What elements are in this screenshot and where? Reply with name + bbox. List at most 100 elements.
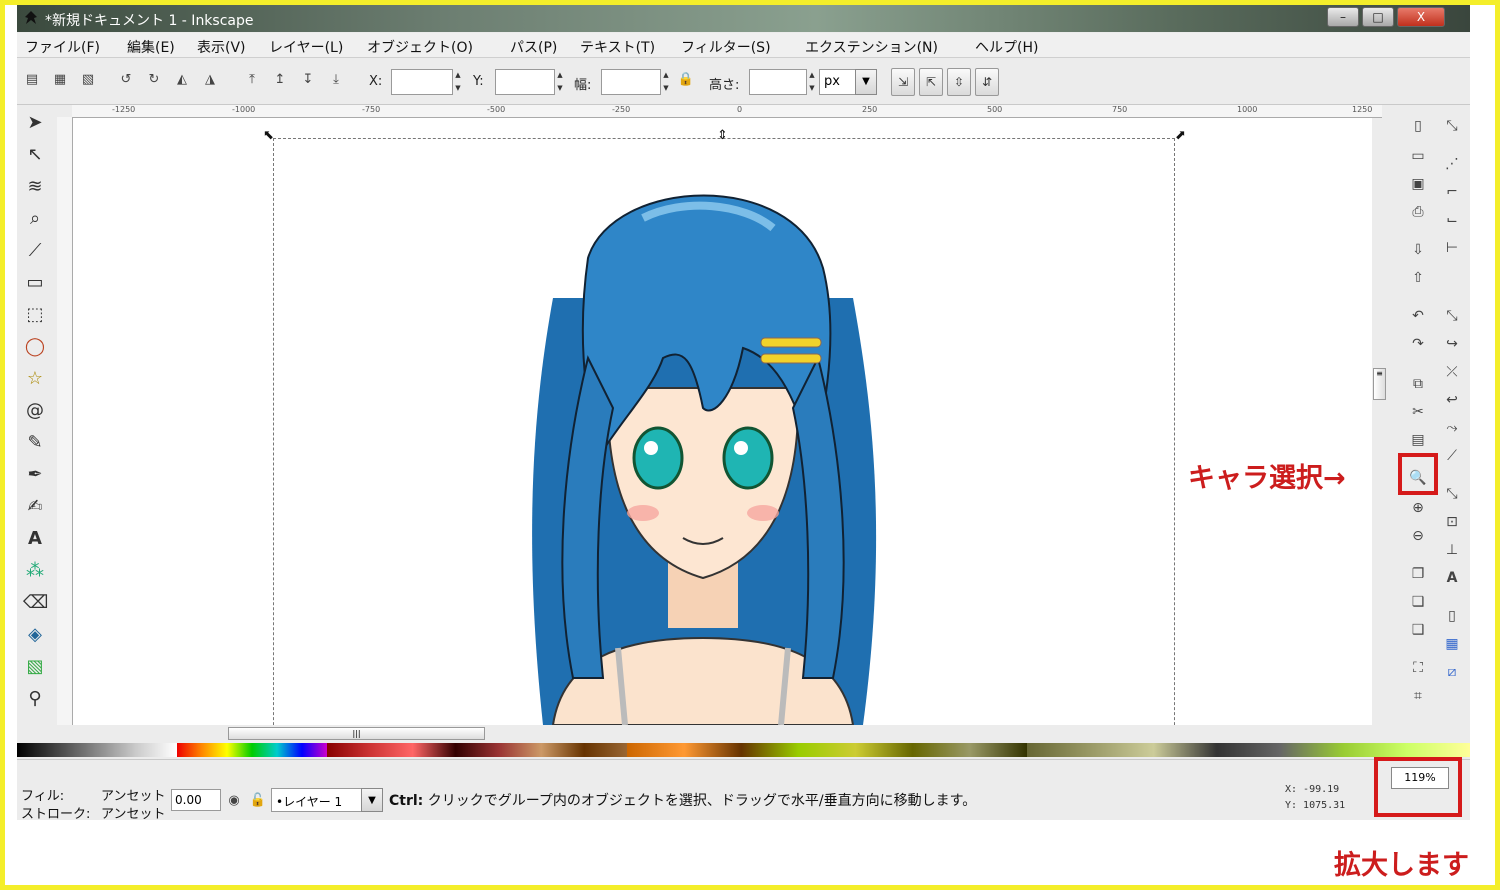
menu-file[interactable]: ファイル(F) bbox=[25, 37, 100, 57]
clone-icon[interactable]: ❏ bbox=[1407, 591, 1429, 613]
snap-cusp-icon[interactable]: ↩ bbox=[1441, 389, 1463, 411]
print-icon[interactable]: ⎙ bbox=[1407, 201, 1429, 223]
resize-handle-icon[interactable]: ⇕ bbox=[717, 128, 728, 143]
scale-stroke-icon[interactable]: ⇲ bbox=[891, 68, 915, 96]
eraser-tool-icon[interactable]: ⌫ bbox=[23, 591, 48, 615]
menu-layer[interactable]: レイヤー(L) bbox=[269, 37, 343, 57]
flip-horizontal-icon[interactable]: ◭ bbox=[173, 71, 191, 89]
raise-to-top-icon[interactable]: ⤒ bbox=[243, 71, 261, 89]
menu-text[interactable]: テキスト(T) bbox=[580, 37, 655, 57]
ungroup-icon[interactable]: ⌗ bbox=[1407, 685, 1429, 707]
paint-bucket-icon[interactable]: ◈ bbox=[23, 623, 47, 647]
duplicate-icon[interactable]: ❐ bbox=[1407, 563, 1429, 585]
snap-grid-icon[interactable]: ▦ bbox=[1441, 633, 1463, 655]
dropper-tool-icon[interactable]: ⚲ bbox=[23, 687, 47, 711]
snap-bbox-midpoint-icon[interactable]: ⊢ bbox=[1441, 237, 1463, 259]
snap-bbox-icon[interactable]: ⋰ bbox=[1441, 153, 1463, 175]
redo-icon[interactable]: ↷ bbox=[1407, 333, 1429, 355]
spray-tool-icon[interactable]: ⁂ bbox=[23, 559, 47, 583]
resize-handle-icon[interactable]: ⬉ bbox=[263, 128, 274, 143]
zoom-page-icon[interactable]: ⊖ bbox=[1407, 525, 1429, 547]
new-document-icon[interactable]: ▯ bbox=[1407, 115, 1429, 137]
snap-page-icon[interactable]: ▯ bbox=[1441, 605, 1463, 627]
palette-swatch[interactable] bbox=[627, 743, 1027, 757]
y-input[interactable] bbox=[495, 69, 555, 95]
ellipse-tool-icon[interactable]: ◯ bbox=[23, 335, 47, 359]
export-icon[interactable]: ⇧ bbox=[1407, 267, 1429, 289]
snap-text-baseline-icon[interactable]: ⊥ bbox=[1441, 539, 1463, 561]
select-all-layers-icon[interactable]: ▦ bbox=[51, 71, 69, 89]
lock-icon[interactable]: 🔒 bbox=[677, 71, 695, 89]
height-input[interactable] bbox=[749, 69, 807, 95]
3d-box-tool-icon[interactable]: ⬚ bbox=[23, 303, 47, 327]
measure-tool-icon[interactable]: ⟋ bbox=[23, 239, 47, 263]
pen-tool-icon[interactable]: ✒ bbox=[23, 463, 47, 487]
group-icon[interactable]: ⛶ bbox=[1407, 657, 1429, 679]
rotate-cw-icon[interactable]: ↻ bbox=[145, 71, 163, 89]
snap-rotation-center-icon[interactable]: ⊡ bbox=[1441, 511, 1463, 533]
calligraphy-tool-icon[interactable]: ✍ bbox=[23, 495, 47, 519]
select-all-icon[interactable]: ▤ bbox=[23, 71, 41, 89]
rectangle-tool-icon[interactable]: ▭ bbox=[23, 271, 47, 295]
gradient-tool-icon[interactable]: ▧ bbox=[23, 655, 47, 679]
flip-vertical-icon[interactable]: ◮ bbox=[201, 71, 219, 89]
x-input[interactable] bbox=[391, 69, 453, 95]
import-icon[interactable]: ⇩ bbox=[1407, 239, 1429, 261]
undo-icon[interactable]: ↶ bbox=[1407, 305, 1429, 327]
move-gradients-icon[interactable]: ⇳ bbox=[947, 68, 971, 96]
spiral-tool-icon[interactable]: @ bbox=[23, 399, 47, 423]
palette-swatch[interactable] bbox=[177, 743, 327, 757]
layer-select[interactable]: •レイヤー 1 bbox=[271, 788, 363, 812]
menu-help[interactable]: ヘルプ(H) bbox=[975, 37, 1038, 57]
snap-bbox-edge-icon[interactable]: ⌐ bbox=[1441, 181, 1463, 203]
save-icon[interactable]: ▣ bbox=[1407, 173, 1429, 195]
selector-arrow-icon[interactable]: ➤ bbox=[23, 111, 47, 135]
menu-extensions[interactable]: エクステンション(N) bbox=[805, 37, 938, 57]
lower-icon[interactable]: ↧ bbox=[299, 71, 317, 89]
open-icon[interactable]: ▭ bbox=[1407, 145, 1429, 167]
menu-path[interactable]: パス(P) bbox=[510, 37, 557, 57]
color-palette[interactable] bbox=[17, 743, 1470, 757]
opacity-input[interactable] bbox=[171, 789, 221, 811]
eye-visibility-icon[interactable]: ◉ bbox=[225, 792, 243, 810]
star-tool-icon[interactable]: ☆ bbox=[23, 367, 47, 391]
drawing-canvas[interactable]: ⬉ ⇕ ⬈ bbox=[73, 118, 1382, 725]
snap-midpoint-icon[interactable]: ⟋ bbox=[1441, 445, 1463, 467]
height-spinner[interactable]: ▲ ▼ bbox=[807, 69, 817, 95]
menu-view[interactable]: 表示(V) bbox=[197, 37, 246, 57]
fill-value[interactable]: アンセット bbox=[101, 785, 165, 804]
tweak-tool-icon[interactable]: ≋ bbox=[23, 175, 47, 199]
resize-handle-icon[interactable]: ⬈ bbox=[1175, 128, 1186, 143]
text-tool-icon[interactable]: A bbox=[23, 527, 47, 551]
palette-swatch[interactable] bbox=[17, 743, 177, 757]
snap-nodes-icon[interactable]: ⤡ bbox=[1441, 305, 1463, 327]
width-spinner[interactable]: ▲ ▼ bbox=[661, 69, 671, 95]
snap-intersection-icon[interactable]: ⤫ bbox=[1441, 361, 1463, 383]
snap-bbox-corner-icon[interactable]: ⌙ bbox=[1441, 209, 1463, 231]
snap-path-icon[interactable]: ↪ bbox=[1441, 333, 1463, 355]
palette-swatch[interactable] bbox=[1027, 743, 1470, 757]
unit-select[interactable]: px bbox=[819, 69, 857, 95]
raise-icon[interactable]: ↥ bbox=[271, 71, 289, 89]
layer-dropdown-icon[interactable]: ▼ bbox=[361, 788, 383, 812]
snap-toggle-icon[interactable]: ⤡ bbox=[1441, 115, 1463, 137]
pencil-tool-icon[interactable]: ✎ bbox=[23, 431, 47, 455]
palette-swatch[interactable] bbox=[327, 743, 627, 757]
unit-dropdown-icon[interactable]: ▼ bbox=[855, 69, 877, 95]
minimize-button[interactable]: – bbox=[1327, 7, 1359, 27]
zoom-tool-icon[interactable]: ⌕ bbox=[23, 207, 47, 231]
menu-edit[interactable]: 編集(E) bbox=[127, 37, 175, 57]
snap-smooth-icon[interactable]: ⤳ bbox=[1441, 417, 1463, 439]
anime-girl-illustration[interactable] bbox=[493, 158, 913, 725]
stroke-value[interactable]: アンセット bbox=[101, 803, 165, 820]
vertical-scrollbar[interactable]: ≡ bbox=[1372, 118, 1386, 725]
horizontal-scrollbar[interactable]: ||| bbox=[73, 725, 1382, 741]
cut-icon[interactable]: ✂ bbox=[1407, 401, 1429, 423]
close-button[interactable]: X bbox=[1397, 7, 1445, 27]
horizontal-scroll-thumb[interactable]: ||| bbox=[228, 727, 485, 740]
layer-lock-icon[interactable]: 🔓 bbox=[249, 792, 267, 810]
maximize-button[interactable]: □ bbox=[1362, 7, 1394, 27]
snap-guide-icon[interactable]: ⧄ bbox=[1441, 661, 1463, 683]
paste-icon[interactable]: ▤ bbox=[1407, 429, 1429, 451]
copy-icon[interactable]: ⧉ bbox=[1407, 373, 1429, 395]
